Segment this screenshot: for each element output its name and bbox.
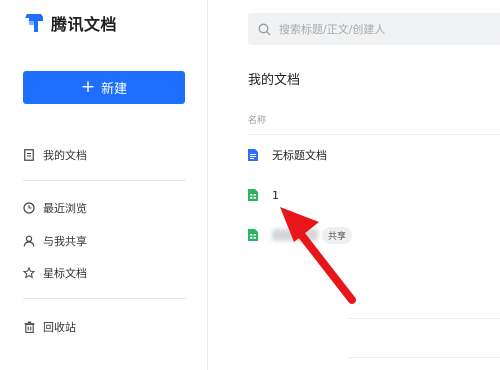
app-name: 腾讯文档	[51, 15, 118, 34]
star-icon	[23, 267, 35, 279]
word-doc-icon	[248, 149, 258, 161]
doc-row[interactable]: 共享	[248, 226, 353, 244]
sidebar-item-my-docs[interactable]: 我的文档	[23, 147, 87, 163]
sidebar-item-label: 我的文档	[43, 149, 87, 162]
sidebar-divider	[23, 298, 186, 299]
document-icon	[23, 149, 35, 161]
obscured-doc-name	[272, 229, 318, 241]
column-header-name[interactable]: 名称	[248, 113, 266, 126]
doc-row[interactable]: 无标题文档	[248, 146, 327, 164]
sidebar-item-starred[interactable]: 星标文档	[23, 265, 87, 281]
sidebar-item-label: 与我共享	[43, 235, 87, 248]
search-input[interactable]	[277, 21, 500, 37]
header-divider	[248, 134, 500, 135]
spreadsheet-icon	[248, 229, 258, 241]
sidebar-item-recent[interactable]: 最近浏览	[23, 200, 87, 216]
row-divider	[348, 357, 500, 358]
sidebar: 腾讯文档 + 新建 我的文档 最近浏览 与我共享 星标文档 回收站	[0, 0, 208, 370]
sidebar-item-trash[interactable]: 回收站	[23, 319, 76, 335]
row-divider	[348, 318, 500, 319]
sidebar-item-label: 回收站	[43, 321, 76, 334]
search-bar[interactable]	[248, 13, 500, 45]
spreadsheet-icon	[248, 189, 258, 201]
new-button[interactable]: + 新建	[23, 71, 185, 104]
tencent-docs-logo-icon	[25, 14, 43, 32]
trash-icon	[23, 321, 35, 333]
sidebar-item-label: 最近浏览	[43, 202, 87, 215]
sidebar-divider	[23, 180, 186, 181]
doc-name: 1	[272, 188, 279, 202]
new-button-label: 新建	[101, 82, 128, 97]
search-icon	[258, 23, 271, 35]
doc-name: 无标题文档	[272, 149, 327, 162]
main-content: 我的文档 名称 无标题文档 1 共享	[208, 0, 500, 370]
page-title: 我的文档	[248, 73, 301, 88]
sidebar-item-label: 星标文档	[43, 267, 87, 280]
sidebar-item-shared[interactable]: 与我共享	[23, 233, 87, 249]
person-icon	[23, 235, 35, 247]
app-logo[interactable]: 腾讯文档	[23, 12, 117, 34]
clock-icon	[23, 202, 35, 214]
plus-icon: +	[80, 77, 96, 97]
doc-row[interactable]: 1	[248, 186, 279, 204]
shared-badge: 共享	[322, 226, 353, 244]
